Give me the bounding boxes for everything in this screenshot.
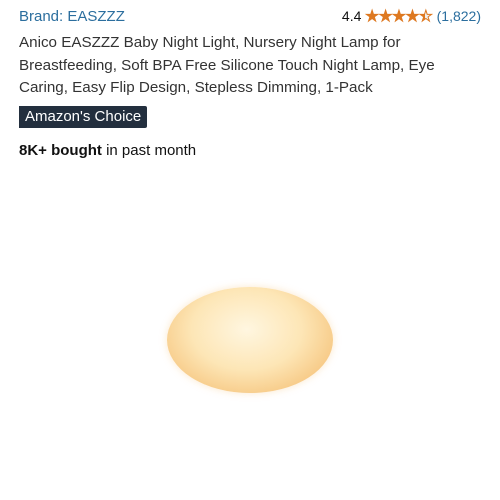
purchase-count-bold: 8K+ bought [19, 141, 102, 159]
purchase-count: 8K+ bought in past month [19, 142, 481, 159]
brand-rating-row: Brand: EASZZZ 4.4 ★★★★★ ★★★★★ (1,822) [19, 6, 481, 26]
rating-summary[interactable]: 4.4 ★★★★★ ★★★★★ (1,822) [342, 8, 481, 24]
purchase-count-rest: in past month [101, 141, 197, 159]
review-count-link[interactable]: (1,822) [437, 8, 481, 24]
night-light-product-image[interactable] [167, 287, 333, 397]
stars-filled: ★★★★★ [365, 8, 424, 24]
product-detail-page: Brand: EASZZZ 4.4 ★★★★★ ★★★★★ (1,822) An… [0, 0, 500, 500]
rating-value: 4.4 [341, 8, 362, 24]
star-rating-icon: ★★★★★ ★★★★★ [365, 8, 433, 24]
lamp-glow-dome [167, 287, 333, 393]
brand-link[interactable]: Brand: EASZZZ [19, 8, 125, 25]
amazons-choice-badge[interactable]: Amazon's Choice [19, 105, 148, 128]
product-title: Anico EASZZZ Baby Night Light, Nursery N… [19, 34, 435, 96]
